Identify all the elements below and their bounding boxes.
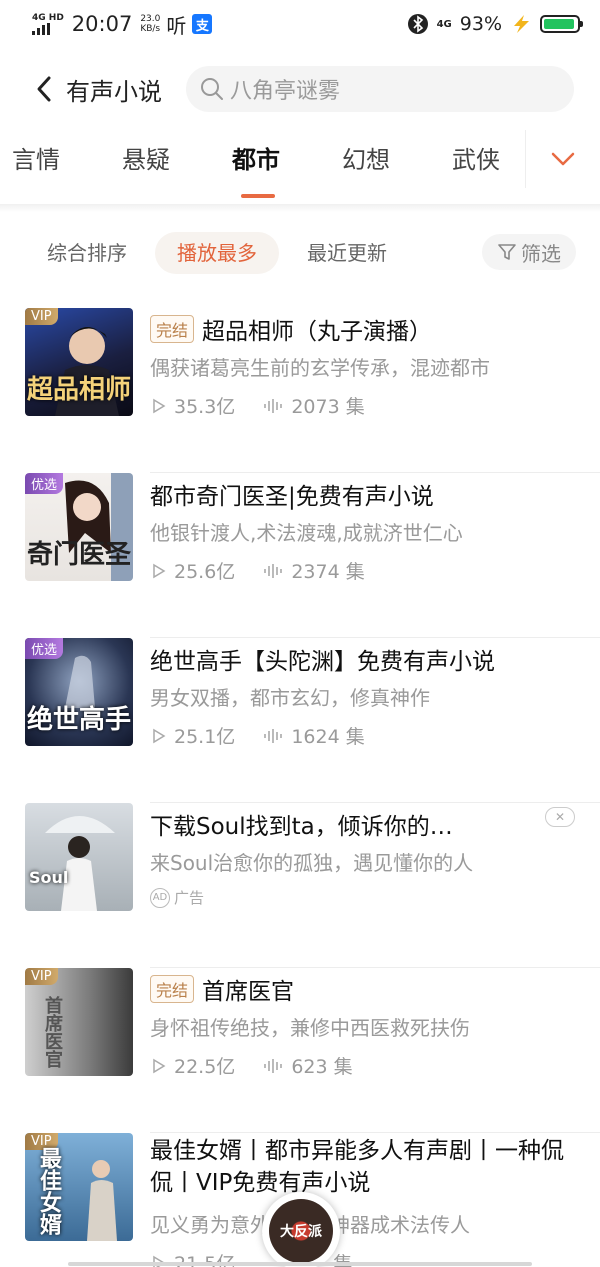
alipay-icon: 支 bbox=[192, 14, 213, 34]
book-desc: 身怀祖传绝技，兼修中西医救死扶伤 bbox=[150, 1016, 470, 1040]
list-item[interactable]: VIP 首席医官 完结 首席医官 身怀祖传绝技，兼修中西医救死扶伤 22.5亿 … bbox=[0, 968, 600, 1133]
play-count: 25.1亿 bbox=[174, 726, 236, 748]
search-input[interactable]: 八角亭谜雾 bbox=[186, 66, 574, 112]
episode-count: 2073 集 bbox=[291, 396, 365, 418]
cover-title: 绝世高手 bbox=[26, 705, 131, 735]
sort-comprehensive[interactable]: 综合排序 bbox=[47, 232, 127, 274]
audio-wave-icon bbox=[264, 398, 283, 413]
cover-title: Soul bbox=[29, 868, 69, 887]
book-cover: VIP 超品相师 bbox=[25, 308, 133, 416]
vip-badge: VIP bbox=[25, 968, 58, 985]
sort-recent[interactable]: 最近更新 bbox=[307, 232, 387, 274]
episode-count: 1624 集 bbox=[291, 726, 365, 748]
vip-badge: VIP bbox=[25, 308, 58, 325]
tab-wuxia[interactable]: 武侠 bbox=[452, 140, 500, 175]
filter-label: 筛选 bbox=[521, 241, 561, 266]
cover-title: 首席医官 bbox=[42, 996, 63, 1068]
select-badge: 优选 bbox=[25, 638, 64, 659]
list-item[interactable]: 优选 绝世高手 绝世高手【头陀渊】免费有声小说 男女双播，都市玄幻，修真神作 2… bbox=[0, 638, 600, 803]
cover-title: 最佳女婿 bbox=[36, 1147, 62, 1235]
tab-urban[interactable]: 都市 bbox=[232, 140, 280, 175]
episode-count: 2374 集 bbox=[291, 561, 365, 583]
network-small: 4G bbox=[436, 18, 452, 30]
book-desc: 他银针渡人,术法渡魂,成就济世仁心 bbox=[150, 521, 463, 545]
ad-cover: Soul bbox=[25, 803, 133, 911]
play-icon bbox=[153, 728, 166, 743]
charging-icon bbox=[514, 15, 529, 33]
category-tabs: 言情 悬疑 都市 幻想 武侠 bbox=[0, 130, 600, 200]
status-bar: 4G HD 20:07 23.0 KB/s 听 支 4G 93% bbox=[0, 0, 600, 48]
net-speed: 23.0 KB/s bbox=[140, 14, 161, 34]
filter-icon bbox=[498, 244, 516, 260]
tab-romance[interactable]: 言情 bbox=[12, 140, 60, 175]
book-title: 首席医官 bbox=[202, 979, 295, 1005]
tab-fantasy[interactable]: 幻想 bbox=[342, 140, 390, 175]
clock: 20:07 bbox=[71, 12, 133, 36]
episode-count: 623 集 bbox=[291, 1056, 353, 1078]
book-cover: 优选 奇门医圣 bbox=[25, 473, 133, 581]
close-ad-button[interactable]: ✕ bbox=[545, 807, 575, 827]
chevron-left-icon bbox=[37, 76, 51, 102]
header: 有声小说 八角亭谜雾 bbox=[0, 62, 600, 116]
play-icon bbox=[153, 398, 166, 413]
cover-title: 奇门医圣 bbox=[26, 540, 131, 570]
signal-icon: 4G HD bbox=[32, 12, 64, 35]
player-cover-title: 大反派 bbox=[280, 1224, 322, 1240]
completed-tag: 完结 bbox=[150, 315, 195, 343]
audio-wave-icon bbox=[264, 728, 283, 743]
play-icon bbox=[153, 563, 166, 578]
tab-suspense[interactable]: 悬疑 bbox=[122, 140, 170, 175]
sort-bar: 综合排序 播放最多 最近更新 筛选 bbox=[0, 232, 600, 274]
home-indicator bbox=[68, 1262, 532, 1266]
tabs-divider bbox=[0, 204, 600, 212]
book-title: 都市奇门医圣|免费有声小说 bbox=[150, 484, 434, 510]
play-icon bbox=[153, 1058, 166, 1073]
audio-wave-icon bbox=[264, 563, 283, 578]
network-type: 4G HD bbox=[32, 12, 64, 23]
battery-percent: 93% bbox=[459, 13, 502, 35]
book-title: 超品相师（丸子演播） bbox=[202, 319, 433, 345]
book-title: 最佳女婿丨都市异能多人有声剧丨一种侃侃丨VIP免费有声小说 bbox=[150, 1138, 564, 1196]
back-button[interactable] bbox=[26, 69, 62, 109]
ad-icon: AD bbox=[150, 887, 170, 908]
book-desc: 偶获诸葛亮生前的玄学传承，混迹都市 bbox=[150, 356, 490, 380]
book-cover: VIP 首席医官 bbox=[25, 968, 133, 1076]
search-icon bbox=[201, 78, 223, 100]
book-desc: 男女双播，都市玄幻，修真神作 bbox=[150, 686, 430, 710]
search-placeholder: 八角亭谜雾 bbox=[230, 79, 341, 104]
book-cover: 优选 绝世高手 bbox=[25, 638, 133, 746]
select-badge: 优选 bbox=[25, 473, 64, 494]
list-item[interactable]: VIP 超品相师 完结 超品相师（丸子演播） 偶获诸葛亮生前的玄学传承，混迹都市… bbox=[0, 308, 600, 473]
completed-tag: 完结 bbox=[150, 975, 195, 1003]
chevron-down-icon bbox=[551, 152, 575, 166]
sort-most-played[interactable]: 播放最多 bbox=[155, 232, 279, 274]
battery-icon bbox=[540, 15, 583, 33]
play-count: 25.6亿 bbox=[174, 561, 236, 583]
book-title: 绝世高手【头陀渊】免费有声小说 bbox=[150, 649, 495, 675]
page-title: 有声小说 bbox=[66, 77, 162, 106]
ad-item[interactable]: Soul 下载Soul找到ta，倾诉你的… ✕ 来Soul治愈你的孤独，遇见懂你… bbox=[0, 803, 600, 968]
play-count: 22.5亿 bbox=[174, 1056, 236, 1078]
ad-title: 下载Soul找到ta，倾诉你的… bbox=[150, 814, 453, 840]
mini-player[interactable]: 大反派 bbox=[262, 1192, 340, 1267]
ad-desc: 来Soul治愈你的孤独，遇见懂你的人 bbox=[150, 851, 474, 875]
bluetooth-icon bbox=[407, 14, 428, 34]
more-tabs-button[interactable] bbox=[525, 130, 600, 188]
active-tab-indicator bbox=[241, 194, 275, 198]
ad-label: 广告 bbox=[174, 889, 205, 907]
book-cover: VIP 最佳女婿 bbox=[25, 1133, 133, 1241]
audio-wave-icon bbox=[264, 1058, 283, 1073]
filter-button[interactable]: 筛选 bbox=[482, 234, 576, 270]
listen-app-icon: 听 bbox=[166, 13, 187, 38]
list-item[interactable]: 优选 奇门医圣 都市奇门医圣|免费有声小说 他银针渡人,术法渡魂,成就济世仁心 … bbox=[0, 473, 600, 638]
player-cover: 大反派 bbox=[269, 1199, 333, 1263]
play-count: 35.3亿 bbox=[174, 396, 236, 418]
cover-title: 超品相师 bbox=[26, 375, 131, 405]
